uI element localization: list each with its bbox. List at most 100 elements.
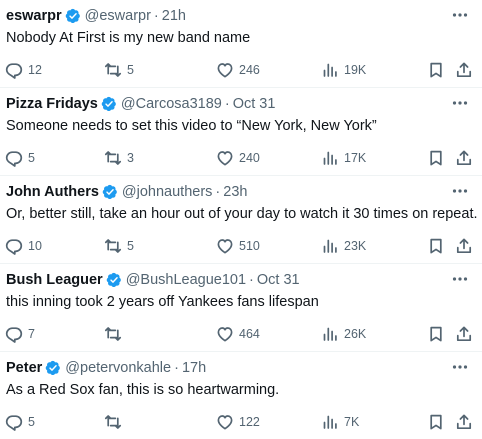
reply-count: 5 [28, 415, 35, 429]
author-handle[interactable]: @eswarpr [85, 8, 151, 24]
tweet-header: Bush Leaguer @BushLeague101 · Oct 31 [6, 271, 300, 289]
more-icon[interactable] [450, 270, 470, 288]
verified-badge-icon [101, 96, 117, 112]
author-handle[interactable]: @johnauthers [122, 184, 213, 200]
more-icon[interactable] [450, 358, 470, 376]
bookmark-icon [430, 62, 442, 78]
tweet-text: Or, better still, take an hour out of yo… [6, 206, 478, 222]
reply-button[interactable]: 5 [5, 411, 35, 433]
views-button[interactable]: 7K [321, 411, 359, 433]
reply-button[interactable]: 10 [5, 235, 42, 257]
verified-badge-icon [106, 272, 122, 288]
reply-feed: eswarpr @eswarpr · 21h Nobody At First i… [0, 0, 482, 439]
like-icon [217, 239, 233, 254]
timestamp[interactable]: Oct 31 [233, 96, 276, 112]
more-icon[interactable] [450, 94, 470, 112]
bookmark-icon [430, 150, 442, 166]
separator: · [249, 272, 254, 288]
retweet-icon [104, 239, 122, 253]
bookmark-icon [430, 238, 442, 254]
like-button[interactable]: 122 [216, 411, 260, 433]
retweet-count: 5 [127, 63, 134, 77]
reply-button[interactable]: 12 [5, 59, 42, 81]
timestamp[interactable]: 23h [223, 184, 247, 200]
author-name[interactable]: Pizza Fridays [6, 96, 98, 112]
tweet[interactable]: Pizza Fridays @Carcosa3189 · Oct 31 Some… [0, 88, 482, 176]
tweet[interactable]: eswarpr @eswarpr · 21h Nobody At First i… [0, 0, 482, 88]
views-icon [323, 415, 337, 429]
author-name[interactable]: eswarpr [6, 8, 62, 24]
separator: · [174, 360, 179, 376]
share-icon [456, 326, 472, 342]
retweet-button[interactable]: 3 [104, 147, 134, 169]
retweet-button[interactable] [104, 411, 127, 433]
tweet[interactable]: Bush Leaguer @BushLeague101 · Oct 31 thi… [0, 264, 482, 352]
bookmark-button[interactable] [427, 59, 445, 81]
tweet[interactable]: Peter @petervonkahle · 17h As a Red Sox … [0, 352, 482, 439]
author-handle[interactable]: @Carcosa3189 [121, 96, 222, 112]
reply-button[interactable]: 5 [5, 147, 35, 169]
author-name[interactable]: Peter [6, 360, 42, 376]
share-button[interactable] [455, 147, 473, 169]
tweet[interactable]: John Authers @johnauthers · 23h Or, bett… [0, 176, 482, 264]
more-icon[interactable] [450, 182, 470, 200]
verified-badge-icon [65, 8, 81, 24]
reply-count: 7 [28, 327, 35, 341]
bookmark-icon [430, 326, 442, 342]
bookmark-icon [430, 414, 442, 430]
like-button[interactable]: 240 [216, 147, 260, 169]
action-bar: 5 3 240 17K [0, 147, 482, 169]
tweet-text: Nobody At First is my new band name [6, 30, 251, 46]
share-button[interactable] [455, 235, 473, 257]
timestamp[interactable]: 17h [182, 360, 206, 376]
tweet-text: this inning took 2 years off Yankees fan… [6, 294, 319, 310]
bookmark-button[interactable] [427, 147, 445, 169]
share-button[interactable] [455, 59, 473, 81]
retweet-button[interactable]: 5 [104, 235, 134, 257]
separator: · [153, 8, 159, 24]
tweet-header: Pizza Fridays @Carcosa3189 · Oct 31 [6, 95, 275, 113]
retweet-icon [104, 327, 122, 341]
author-handle[interactable]: @BushLeague101 [126, 272, 246, 288]
like-button[interactable]: 246 [216, 59, 260, 81]
views-count: 7K [344, 415, 360, 429]
retweet-button[interactable]: 5 [104, 59, 134, 81]
action-bar: 5 122 7K [0, 411, 482, 433]
like-button[interactable]: 510 [216, 235, 260, 257]
reply-icon [5, 327, 23, 343]
reply-icon [5, 415, 23, 431]
views-count: 17K [344, 151, 367, 165]
bookmark-button[interactable] [427, 323, 445, 345]
views-icon [323, 151, 337, 165]
more-icon[interactable] [450, 6, 470, 24]
reply-count: 5 [28, 151, 35, 165]
reply-icon [5, 239, 23, 255]
share-button[interactable] [455, 411, 473, 433]
author-name[interactable]: Bush Leaguer [6, 272, 103, 288]
share-button[interactable] [455, 323, 473, 345]
like-button[interactable]: 464 [216, 323, 260, 345]
reply-button[interactable]: 7 [5, 323, 35, 345]
timestamp[interactable]: 21h [162, 8, 186, 24]
verified-badge-icon [102, 184, 118, 200]
like-icon [217, 327, 233, 342]
tweet-text: As a Red Sox fan, this is so heartwarmin… [6, 382, 280, 398]
tweet-header: eswarpr @eswarpr · 21h [6, 7, 186, 25]
bookmark-button[interactable] [427, 235, 445, 257]
author-name[interactable]: John Authers [6, 184, 99, 200]
separator: · [215, 184, 221, 200]
views-button[interactable]: 17K [321, 147, 366, 169]
views-button[interactable]: 26K [321, 323, 366, 345]
retweet-button[interactable] [104, 323, 127, 345]
tweet-text: Someone needs to set this video to “New … [6, 118, 377, 134]
views-button[interactable]: 19K [321, 59, 366, 81]
action-bar: 10 5 510 23K [0, 235, 482, 257]
retweet-icon [104, 151, 122, 165]
like-icon [217, 415, 233, 430]
retweet-count: 3 [127, 151, 134, 165]
timestamp[interactable]: Oct 31 [257, 272, 300, 288]
author-handle[interactable]: @petervonkahle [65, 360, 171, 376]
bookmark-button[interactable] [427, 411, 445, 433]
share-icon [456, 150, 472, 166]
views-button[interactable]: 23K [321, 235, 366, 257]
